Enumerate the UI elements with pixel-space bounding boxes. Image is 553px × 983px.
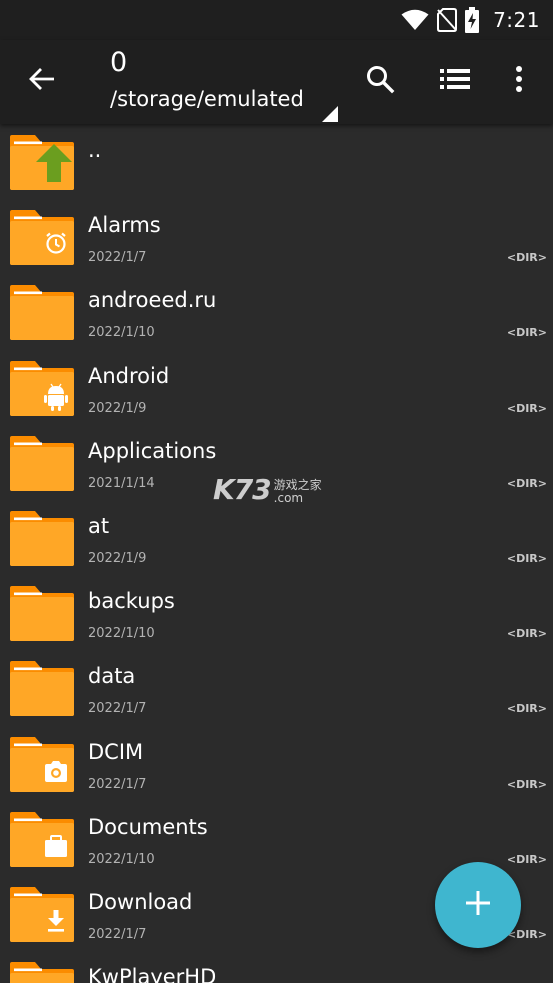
file-name: Applications <box>88 438 217 463</box>
file-name: androeed.ru <box>88 288 217 313</box>
watermark-logo: K73 <box>213 473 272 506</box>
title-area[interactable]: 0 /storage/emulated <box>110 46 350 122</box>
folder-icon <box>8 284 76 342</box>
path-selector[interactable]: /storage/emulated <box>110 80 350 122</box>
file-date: 2021/1/14 <box>88 475 155 491</box>
file-row[interactable]: at 2022/1/9 <DIR> <box>0 502 553 577</box>
status-bar: 7:21 <box>0 0 553 40</box>
file-type-label: <DIR> <box>506 251 547 265</box>
folder-icon <box>8 134 76 192</box>
file-name: Documents <box>88 814 208 839</box>
file-row[interactable]: data 2022/1/7 <DIR> <box>0 652 553 727</box>
search-icon <box>365 64 395 98</box>
file-date: 2022/1/10 <box>88 325 155 341</box>
current-path: /storage/emulated <box>110 87 304 111</box>
more-vert-icon <box>514 65 524 97</box>
watermark: K73 游戏之家 .com <box>213 475 322 505</box>
folder-icon <box>8 961 76 983</box>
folder-icon <box>8 510 76 568</box>
folder-icon <box>8 585 76 643</box>
file-name: at <box>88 514 110 538</box>
folder-icon <box>8 209 76 267</box>
file-name: KwPlayerHD <box>88 965 217 983</box>
file-date: 2022/1/7 <box>88 250 147 266</box>
list-view-icon <box>440 68 470 94</box>
file-type-label: <DIR> <box>506 476 547 490</box>
watermark-side: 游戏之家 .com <box>274 479 322 505</box>
back-arrow-icon <box>28 65 56 97</box>
file-type-label: <DIR> <box>506 702 547 716</box>
file-date: 2022/1/7 <box>88 927 147 942</box>
file-date: 2022/1/9 <box>88 400 147 416</box>
folder-icon <box>8 660 76 718</box>
file-row[interactable]: androeed.ru 2022/1/10 <DIR> <box>0 276 553 351</box>
folder-icon <box>8 736 76 794</box>
file-row[interactable]: Android 2022/1/9 <DIR> <box>0 352 553 427</box>
status-icons: 7:21 <box>401 6 540 34</box>
file-date: 2022/1/7 <box>88 701 147 717</box>
file-name: DCIM <box>88 739 144 764</box>
wifi-icon <box>401 9 429 31</box>
app-bar: 0 /storage/emulated <box>0 40 553 124</box>
folder-icon <box>8 435 76 493</box>
file-name: backups <box>88 589 175 614</box>
status-time: 7:21 <box>493 8 540 32</box>
file-date: 2022/1/7 <box>88 776 147 792</box>
plus-icon <box>465 890 491 920</box>
file-row[interactable]: backups 2022/1/10 <DIR> <box>0 577 553 652</box>
file-type-label: <DIR> <box>506 401 547 415</box>
folder-icon <box>8 886 76 944</box>
file-date: 2022/1/9 <box>88 551 147 566</box>
file-row[interactable]: KwPlayerHD <box>0 953 553 983</box>
file-type-label: <DIR> <box>506 326 547 340</box>
file-name: Download <box>88 890 193 914</box>
folder-icon <box>8 811 76 869</box>
add-fab-button[interactable] <box>435 862 521 948</box>
battery-charging-icon <box>465 7 480 33</box>
file-row[interactable]: Alarms 2022/1/7 <DIR> <box>0 201 553 276</box>
file-row[interactable]: .. <box>0 126 553 201</box>
dropdown-triangle-icon <box>322 98 338 136</box>
file-row[interactable]: DCIM 2022/1/7 <DIR> <box>0 728 553 803</box>
back-button[interactable] <box>22 61 62 101</box>
page-title: 0 <box>110 47 128 78</box>
file-list: .. Alarms 2022/1/7 <DIR> androeed.ru 2022/1/1… <box>0 124 553 983</box>
file-name: data <box>88 664 136 689</box>
file-type-label: <DIR> <box>506 777 547 791</box>
more-options-button[interactable] <box>499 61 539 101</box>
watermark-line2: .com <box>273 491 304 505</box>
search-button[interactable] <box>360 61 400 101</box>
file-name: Alarms <box>88 213 161 238</box>
file-type-label: <DIR> <box>506 552 547 565</box>
file-type-label: <DIR> <box>506 852 547 866</box>
file-date: 2022/1/10 <box>88 626 155 642</box>
file-type-label: <DIR> <box>506 627 547 641</box>
list-view-button[interactable] <box>435 61 475 101</box>
folder-icon <box>8 360 76 418</box>
file-name: .. <box>88 138 102 162</box>
file-name: Android <box>88 363 170 388</box>
file-date: 2022/1/10 <box>88 851 155 867</box>
no-sim-icon <box>437 8 458 32</box>
